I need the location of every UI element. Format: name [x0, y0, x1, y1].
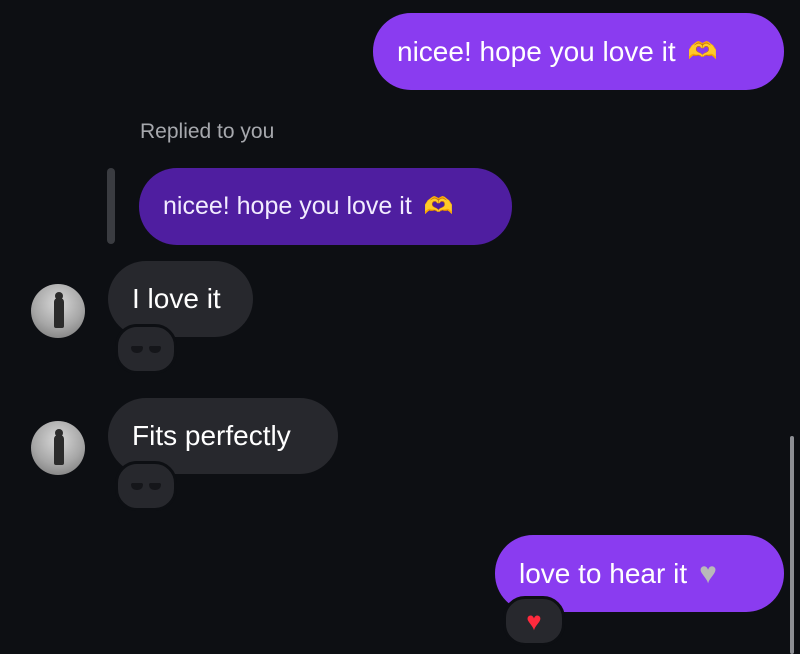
heart-hands-icon: 🫶 — [423, 193, 454, 220]
grey-heart-icon: ♥ — [699, 556, 717, 590]
message-text: love to hear it — [519, 557, 688, 589]
message-text: nicee! hope you love it — [397, 35, 676, 67]
heart-hands-icon: 🫶 — [687, 38, 718, 65]
reaction-badge[interactable] — [115, 461, 177, 511]
quoted-message[interactable]: nicee! hope you love it 🫶 — [139, 168, 512, 245]
outgoing-message-1[interactable]: nicee! hope you love it 🫶 — [373, 13, 784, 90]
sunglasses-icon — [131, 344, 161, 354]
avatar-figure-body — [54, 298, 64, 328]
reaction-badge[interactable] — [115, 324, 177, 374]
quoted-message-text: nicee! hope you love it — [163, 192, 412, 220]
red-heart-icon: ♥ — [526, 606, 542, 636]
sunglasses-icon — [131, 481, 161, 491]
replied-to-label: Replied to you — [140, 120, 275, 143]
scrollbar[interactable] — [790, 436, 794, 654]
message-text: Fits perfectly — [132, 420, 291, 451]
avatar-figure-body — [54, 435, 64, 465]
reaction-badge[interactable]: ♥ — [503, 596, 565, 646]
contact-avatar[interactable] — [31, 284, 85, 338]
message-text: I love it — [132, 283, 221, 314]
reply-indicator-bar — [107, 168, 115, 244]
contact-avatar[interactable] — [31, 421, 85, 475]
